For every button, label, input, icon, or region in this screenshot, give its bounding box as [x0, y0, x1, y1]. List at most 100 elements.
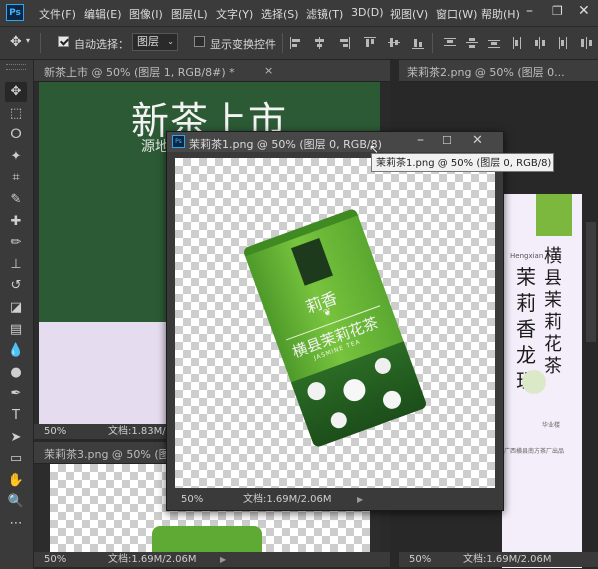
doc3-doc-size: 文档:1.69M/2.06M [108, 554, 197, 565]
path-select-tool-icon: ➤ [10, 429, 22, 445]
pen-tool-icon: ✒ [10, 386, 22, 402]
toolbar-grip[interactable] [6, 64, 26, 70]
doc1-subtitle: 源地 [141, 139, 169, 155]
pen-tool[interactable]: ✒ [5, 384, 27, 404]
doc2-scrollbar[interactable] [586, 222, 596, 342]
hand-tool-icon: ✋ [7, 472, 25, 488]
doc2-zoom[interactable]: 50% [409, 552, 431, 567]
clone-stamp-tool[interactable]: ⊥ [5, 255, 27, 275]
move-tool[interactable]: ✥ [5, 82, 27, 102]
menu-edit[interactable]: 编辑(E) [84, 6, 122, 22]
doc2-status-bar: 50% 文档:1.69M/2.06M [399, 552, 598, 567]
doc2-footer: 广西横县南方茶厂出品 [504, 448, 565, 455]
doc2-doc-size: 文档:1.69M/2.06M [463, 554, 552, 565]
float-title: 茉莉茶1.png @ 50% (图层 0, RGB/8) [189, 138, 382, 151]
history-brush-tool[interactable]: ↺ [5, 276, 27, 296]
auto-select-label: 自动选择： [74, 38, 129, 51]
minimize-app-icon[interactable]: – [526, 3, 533, 19]
doc1-close-icon[interactable]: × [264, 64, 273, 77]
menu-select[interactable]: 选择(S) [261, 6, 299, 22]
healing-brush-tool-icon: ✚ [10, 213, 22, 229]
divider [282, 33, 283, 53]
align-h-center-icon[interactable] [314, 37, 326, 49]
auto-select-dropdown[interactable]: 图层 ⌄ [132, 33, 178, 51]
float-status-bar: 50% 文档:1.69M/2.06M ▶ [167, 492, 503, 507]
options-bar: ✥ ▾ 自动选择： 图层 ⌄ 显示变换控件 [0, 27, 598, 60]
mouse-cursor-icon: ↖ [369, 142, 380, 156]
hand-tool[interactable]: ✋ [5, 471, 27, 491]
type-tool[interactable]: T [5, 406, 27, 426]
float-maximize-icon[interactable]: ☐ [442, 134, 452, 147]
doc3-zoom[interactable]: 50% [44, 552, 66, 567]
history-brush-tool-icon: ↺ [10, 278, 22, 294]
path-select-tool[interactable]: ➤ [5, 428, 27, 448]
marquee-tool-icon: ⬚ [9, 105, 23, 121]
distribute-bottom-icon[interactable] [488, 37, 500, 49]
menu-filter[interactable]: 滤镜(T) [306, 6, 343, 22]
align-right-icon[interactable] [338, 37, 350, 49]
distribute-h-center-icon[interactable] [534, 37, 546, 49]
doc2-tab[interactable]: 茉莉茶2.png @ 50% (图层 0... [407, 64, 565, 80]
menu-file[interactable]: 文件(F) [39, 6, 76, 22]
auto-align-icon[interactable] [580, 37, 592, 49]
menu-help[interactable]: 帮助(H) [481, 6, 520, 22]
crop-tool[interactable]: ⌗ [5, 168, 27, 188]
brush-tool[interactable]: ✏ [5, 233, 27, 253]
type-tool-icon: T [12, 408, 20, 423]
divider [40, 33, 41, 53]
rectangle-tool[interactable]: ▭ [5, 449, 27, 469]
close-app-icon[interactable]: ✕ [578, 3, 590, 19]
eraser-tool[interactable]: ◪ [5, 298, 27, 318]
move-tool-preset-icon[interactable]: ✥ [10, 34, 22, 50]
align-top-icon[interactable] [364, 37, 376, 49]
float-minimize-icon[interactable]: – [417, 132, 424, 148]
doc1-tab[interactable]: 新茶上市 @ 50% (图层 1, RGB/8#) * [44, 64, 235, 80]
dodge-tool[interactable]: ● [5, 363, 27, 383]
gradient-tool-icon: ▤ [9, 321, 23, 337]
zoom-tool-icon: 🔍 [7, 494, 25, 510]
float-close-icon[interactable]: ✕ [472, 133, 483, 148]
dodge-tool-icon: ● [10, 364, 22, 380]
float-doc-window[interactable]: Ps 茉莉茶1.png @ 50% (图层 0, RGB/8) – ☐ ✕ 莉香… [166, 131, 504, 511]
menu-window[interactable]: 窗口(W) [436, 6, 477, 22]
doc1-doc-size: 文档:1.83M/2 [108, 426, 172, 437]
auto-select-checkbox[interactable] [58, 36, 69, 47]
doc3-status-bar: 50% 文档:1.69M/2.06M ▶ [34, 552, 390, 567]
marquee-tool[interactable]: ⬚ [5, 104, 27, 124]
distribute-top-icon[interactable] [444, 37, 456, 49]
restore-app-icon[interactable]: ❐ [552, 4, 563, 18]
magic-wand-tool[interactable]: ✦ [5, 147, 27, 167]
eyedropper-tool[interactable]: ✎ [5, 190, 27, 210]
distribute-right-icon[interactable] [556, 37, 568, 49]
float-status-arrow-icon[interactable]: ▶ [357, 492, 363, 507]
menu-bar: Ps 文件(F) 编辑(E) 图像(I) 图层(L) 文字(Y) 选择(S) 滤… [0, 0, 598, 27]
doc1-zoom[interactable]: 50% [44, 424, 66, 439]
zoom-tool[interactable]: 🔍 [5, 492, 27, 512]
menu-layer[interactable]: 图层(L) [171, 6, 208, 22]
menu-view[interactable]: 视图(V) [390, 6, 428, 22]
distribute-v-center-icon[interactable] [466, 37, 478, 49]
chevron-down-icon[interactable]: ▾ [26, 36, 30, 45]
float-title-bar[interactable]: Ps 茉莉茶1.png @ 50% (图层 0, RGB/8) – ☐ ✕ [167, 132, 503, 152]
show-transform-checkbox[interactable] [194, 36, 205, 47]
tools-panel: ✥ ⬚ ⵔ ✦ ⌗ ✎ ✚ ✏ ⊥ ↺ ◪ ▤ 💧 ● ✒ T ➤ ▭ ✋ 🔍 ⋯ [0, 60, 34, 569]
align-bottom-icon[interactable] [412, 37, 424, 49]
lasso-tool-icon: ⵔ [10, 127, 22, 143]
doc2-title-right: 横县茉莉花茶 [544, 246, 562, 377]
align-v-center-icon[interactable] [388, 37, 400, 49]
doc2-tab-bar: 茉莉茶2.png @ 50% (图层 0... [399, 60, 598, 82]
rectangle-tool-icon: ▭ [9, 451, 23, 467]
menu-image[interactable]: 图像(I) [129, 6, 163, 22]
distribute-left-icon[interactable] [512, 37, 524, 49]
align-left-icon[interactable] [290, 37, 302, 49]
gradient-tool[interactable]: ▤ [5, 320, 27, 340]
menu-3d[interactable]: 3D(D) [351, 6, 384, 19]
float-zoom[interactable]: 50% [181, 492, 203, 507]
healing-brush-tool[interactable]: ✚ [5, 212, 27, 232]
lasso-tool[interactable]: ⵔ [5, 125, 27, 145]
crop-tool-icon: ⌗ [12, 170, 20, 186]
doc3-scroll-right-icon[interactable]: ▶ [220, 552, 226, 567]
menu-type[interactable]: 文字(Y) [216, 6, 253, 22]
blur-tool[interactable]: 💧 [5, 341, 27, 361]
more-tools[interactable]: ⋯ [5, 514, 27, 534]
